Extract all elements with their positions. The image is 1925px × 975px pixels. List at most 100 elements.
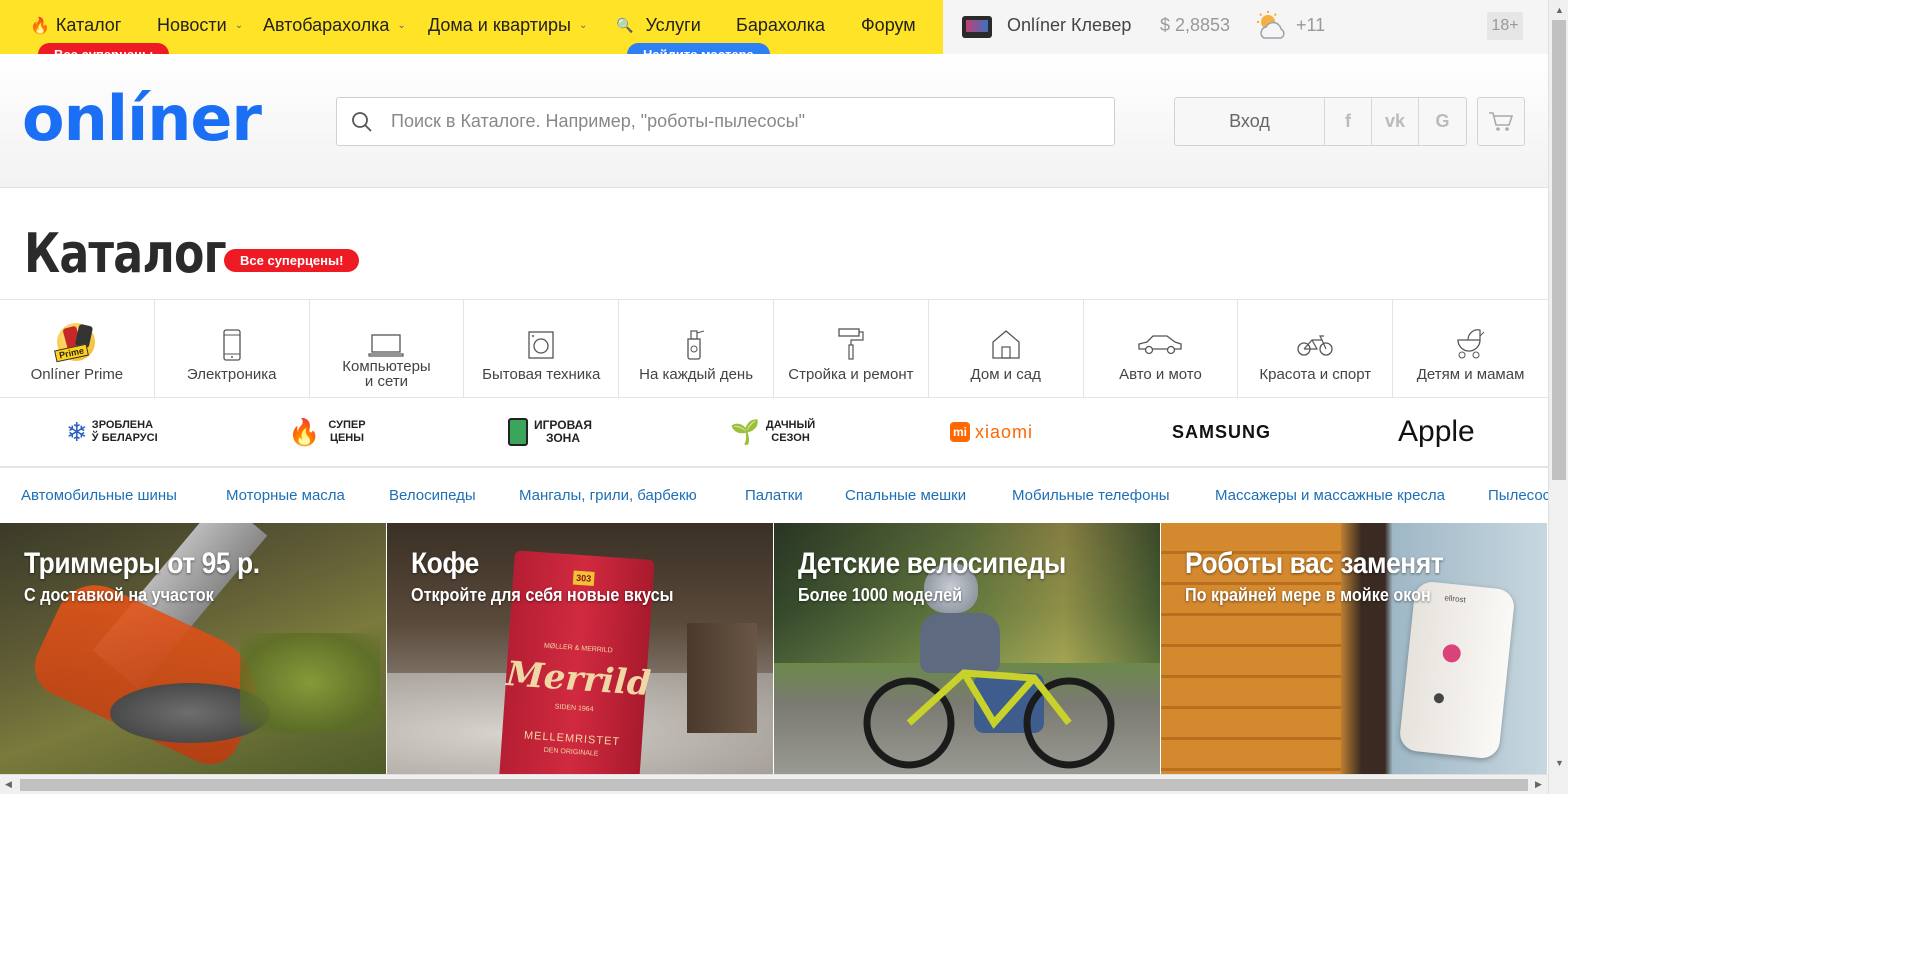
promo-trimmers[interactable]: Триммеры от 95 р. С доставкой на участок bbox=[0, 523, 386, 774]
category-computers[interactable]: Компьютеры и сети bbox=[310, 300, 465, 397]
clever-icon bbox=[962, 16, 992, 38]
brand-apple[interactable]: Apple bbox=[1398, 398, 1475, 466]
brand-dacha-season[interactable]: 🌱 ДАЧНЫЙ СЕЗОН bbox=[730, 398, 815, 466]
category-auto[interactable]: Авто и мото bbox=[1084, 300, 1239, 397]
category-label: Бытовая техника bbox=[482, 366, 601, 383]
quick-links: Автомобильные шины Моторные масла Велоси… bbox=[0, 469, 1548, 522]
promo-window-robots[interactable]: ellrost Роботы вас заменят По крайней ме… bbox=[1161, 523, 1547, 774]
onliner-logo[interactable]: onlíner bbox=[22, 82, 262, 155]
promo-title: Детские велосипеды bbox=[798, 547, 1066, 580]
category-label: Дом и сад bbox=[970, 366, 1041, 383]
category-building[interactable]: Стройка и ремонт bbox=[774, 300, 929, 397]
weather-temp[interactable]: +11 bbox=[1296, 15, 1325, 36]
currency-rate[interactable]: $ 2,8853 bbox=[1160, 15, 1230, 36]
category-beauty-sport[interactable]: Красота и спорт bbox=[1238, 300, 1394, 397]
magnifier-icon: 🔍 bbox=[616, 17, 634, 33]
nav-item-catalog[interactable]: 🔥 Каталог bbox=[30, 15, 121, 36]
search-input[interactable] bbox=[391, 111, 1071, 132]
paint-roller-icon bbox=[836, 300, 866, 370]
scroll-left-icon[interactable]: ◀ bbox=[5, 779, 12, 790]
category-electronics[interactable]: Электроника bbox=[155, 300, 310, 397]
chevron-down-icon: ⌄ bbox=[234, 20, 244, 31]
chevron-down-icon: ⌄ bbox=[578, 20, 588, 31]
nav-item-services[interactable]: 🔍 Услуги bbox=[616, 15, 701, 36]
brand-game-zone[interactable]: ИГРОВАЯ ЗОНА bbox=[508, 398, 592, 466]
category-label: Onlíner Prime bbox=[30, 366, 124, 383]
search-icon bbox=[352, 111, 372, 132]
xiaomi-logo-icon: mi bbox=[950, 422, 971, 442]
prime-icon: Prime bbox=[54, 300, 99, 370]
clever-link[interactable]: Onlíner Клевер bbox=[1007, 15, 1131, 36]
supercena-badge[interactable]: Все суперцены! bbox=[224, 249, 360, 272]
facebook-icon[interactable]: f bbox=[1325, 98, 1372, 145]
page: 🔥 Каталог Новости ⌄ Автобарахолка ⌄ Дома… bbox=[0, 0, 1568, 794]
brand-samsung[interactable]: SAMSUNG bbox=[1172, 398, 1271, 466]
seedling-icon: 🌱 bbox=[730, 418, 760, 446]
page-title: Каталог bbox=[24, 222, 227, 285]
promo-title: Кофе bbox=[411, 547, 479, 580]
promo-subtitle: Более 1000 моделей bbox=[798, 585, 963, 605]
quick-link[interactable]: Автомобильные шины bbox=[21, 487, 177, 504]
vertical-scrollbar[interactable]: ▲ ▼ bbox=[1548, 0, 1568, 794]
cart-icon bbox=[1489, 111, 1514, 131]
vertical-scroll-thumb[interactable] bbox=[1552, 20, 1566, 480]
window-robot: ellrost bbox=[1398, 580, 1516, 760]
promo-subtitle: По крайней мере в мойке окон bbox=[1185, 585, 1431, 605]
auth-panel: Вход f vk G bbox=[1174, 97, 1467, 146]
quick-link[interactable]: Пылесосы bbox=[1488, 487, 1548, 504]
promo-kids-bikes[interactable]: Детские велосипеды Более 1000 моделей bbox=[774, 523, 1160, 774]
category-label: Детям и мамам bbox=[1416, 366, 1525, 383]
washer-icon bbox=[527, 300, 555, 370]
login-button[interactable]: Вход bbox=[1175, 98, 1325, 145]
car-icon bbox=[1137, 300, 1183, 370]
quick-link[interactable]: Массажеры и массажные кресла bbox=[1215, 487, 1445, 504]
promo-title: Триммеры от 95 р. bbox=[24, 547, 260, 580]
search-box[interactable] bbox=[336, 97, 1115, 146]
category-label: На каждый день bbox=[639, 366, 754, 383]
quick-link[interactable]: Спальные мешки bbox=[845, 487, 966, 504]
promo-title: Роботы вас заменят bbox=[1185, 547, 1444, 580]
promo-coffee[interactable]: 303 MØLLER & MERRILD Merrild SIDEN 1964 … bbox=[387, 523, 773, 774]
bicycle-icon bbox=[1296, 300, 1334, 370]
category-label: Авто и мото bbox=[1119, 366, 1202, 383]
horizontal-scroll-thumb[interactable] bbox=[20, 779, 1528, 791]
age-restriction-badge: 18+ bbox=[1487, 12, 1523, 40]
category-appliances[interactable]: Бытовая техника bbox=[464, 300, 620, 397]
promo-subtitle: С доставкой на участок bbox=[24, 585, 214, 605]
brand-xiaomi[interactable]: mi xiaomi bbox=[950, 398, 1033, 466]
quick-link[interactable]: Велосипеды bbox=[389, 487, 476, 504]
quick-link[interactable]: Палатки bbox=[745, 487, 803, 504]
horizontal-scrollbar[interactable]: ◀ ▶ bbox=[0, 774, 1548, 794]
nav-item-autobaraholka[interactable]: Автобарахолка ⌄ bbox=[263, 15, 406, 36]
quick-link[interactable]: Мобильные телефоны bbox=[1012, 487, 1170, 504]
category-home-garden[interactable]: Дом и сад bbox=[929, 300, 1084, 397]
brand-super-prices[interactable]: 🔥 СУПЕР ЦЕНЫ bbox=[288, 398, 366, 466]
category-kids[interactable]: Детям и мамам bbox=[1393, 300, 1548, 397]
category-label: Стройка и ремонт bbox=[788, 366, 914, 383]
category-everyday[interactable]: На каждый день bbox=[619, 300, 774, 397]
category-label: Электроника bbox=[186, 366, 277, 383]
brand-made-in-belarus[interactable]: ❄ ЗРОБЛЕНА Ў БЕЛАРУСІ bbox=[66, 398, 158, 466]
category-bar: Prime Onlíner Prime Электроника Компьюте… bbox=[0, 299, 1548, 398]
nav-item-realty[interactable]: Дома и квартиры ⌄ bbox=[428, 15, 587, 36]
quick-link[interactable]: Моторные масла bbox=[226, 487, 345, 504]
chevron-down-icon: ⌄ bbox=[397, 20, 406, 31]
google-icon[interactable]: G bbox=[1419, 98, 1466, 145]
scroll-down-icon[interactable]: ▼ bbox=[1555, 758, 1564, 768]
vk-icon[interactable]: vk bbox=[1372, 98, 1419, 145]
fire-icon: 🔥 bbox=[288, 416, 321, 447]
cart-button[interactable] bbox=[1477, 97, 1525, 146]
scroll-up-icon[interactable]: ▲ bbox=[1555, 5, 1564, 15]
nav-item-forum[interactable]: Форум bbox=[861, 15, 916, 36]
category-prime[interactable]: Prime Onlíner Prime bbox=[0, 300, 155, 397]
stroller-icon bbox=[1454, 300, 1488, 370]
weather-cloud-sun-icon bbox=[1254, 10, 1290, 42]
nav-item-baraholka[interactable]: Барахолка bbox=[736, 15, 825, 36]
scroll-right-icon[interactable]: ▶ bbox=[1535, 779, 1542, 790]
quick-link[interactable]: Мангалы, грили, барбекю bbox=[519, 487, 697, 504]
top-navigation: 🔥 Каталог Новости ⌄ Автобарахолка ⌄ Дома… bbox=[0, 0, 1548, 66]
phone-icon bbox=[222, 300, 242, 370]
header: onlíner Вход f vk G bbox=[0, 54, 1548, 188]
nav-item-news[interactable]: Новости ⌄ bbox=[157, 15, 243, 36]
snowflake-icon: ❄ bbox=[66, 416, 88, 447]
